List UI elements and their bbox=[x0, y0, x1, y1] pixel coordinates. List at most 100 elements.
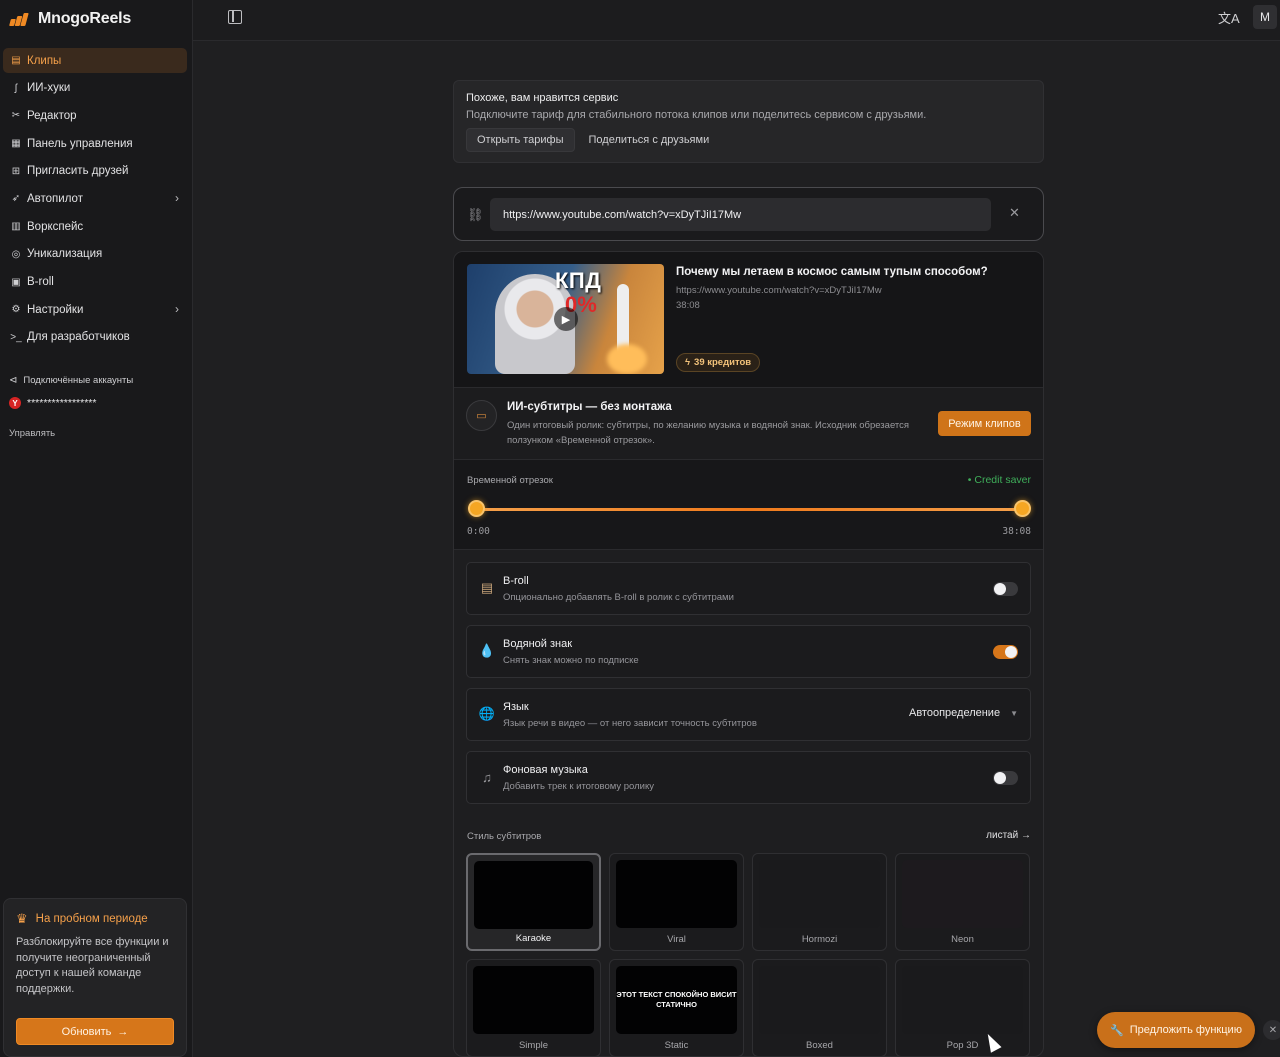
scroll-more-link[interactable]: листай → bbox=[986, 830, 1031, 841]
chevron-down-icon: ▼ bbox=[1010, 708, 1018, 718]
arrow-right-icon: → bbox=[117, 1025, 129, 1038]
terminal-icon: >_ bbox=[10, 331, 22, 343]
sidebar-item-editor[interactable]: ✂ Редактор bbox=[3, 103, 187, 128]
broll-toggle[interactable] bbox=[993, 582, 1018, 596]
style-name: Viral bbox=[667, 934, 686, 945]
upgrade-label: Обновить bbox=[61, 1025, 112, 1038]
connected-account[interactable]: Y ***************** bbox=[9, 397, 96, 409]
style-name: Karaoke bbox=[515, 933, 552, 944]
translate-icon[interactable]: 文A bbox=[1218, 8, 1240, 27]
range-end-handle[interactable] bbox=[1013, 500, 1031, 517]
crown-icon: ♛ bbox=[16, 911, 28, 926]
share-with-friends-button[interactable]: Поделиться с друзьями bbox=[579, 128, 720, 152]
sidebar-item-workspace[interactable]: ▥ Воркспейс bbox=[3, 214, 187, 239]
style-tile-static[interactable]: ЭТОТ ТЕКСТ СПОКОЙНО ВИСИТ СТАТИЧНО Stati… bbox=[609, 959, 744, 1056]
film-icon: ▣ bbox=[11, 276, 21, 288]
logo-icon bbox=[9, 12, 32, 26]
sidebar-item-label: Клипы bbox=[27, 54, 62, 67]
droplet-icon: 💧 bbox=[478, 643, 496, 658]
sidebar-item-dashboard[interactable]: ▦ Панель управления bbox=[3, 131, 187, 156]
sidebar-item-label: B-roll bbox=[27, 276, 54, 288]
clips-mode-button[interactable]: Режим клипов bbox=[938, 411, 1031, 436]
clip-settings-card: КПД 0% ▶ Почему мы летаем в космос самым… bbox=[453, 251, 1044, 1057]
video-url: https://www.youtube.com/watch?v=xDyTJiI1… bbox=[676, 285, 882, 296]
building-icon: ▥ bbox=[11, 221, 21, 233]
sidebar-item-uniqualization[interactable]: ◎ Уникализация bbox=[3, 242, 187, 267]
thumbnail-text: КПД bbox=[555, 268, 602, 293]
style-name: Hormozi bbox=[801, 934, 838, 945]
sidebar-item-label: Для разработчиков bbox=[27, 331, 130, 344]
sidebar-item-clips[interactable]: ▤ Клипы bbox=[3, 48, 187, 73]
chevron-right-icon: › bbox=[175, 302, 179, 317]
dashboard-icon: ▦ bbox=[11, 138, 21, 150]
style-preview bbox=[473, 966, 594, 1034]
style-preview-text: ЭТОТ ТЕКСТ СПОКОЙНО ВИСИТ СТАТИЧНО bbox=[616, 990, 737, 1009]
link-icon: ⛓ bbox=[467, 207, 484, 222]
option-subtitle: Язык речи в видео — от него зависит точн… bbox=[503, 718, 757, 729]
url-input[interactable] bbox=[490, 198, 991, 231]
account-name: ***************** bbox=[27, 397, 97, 409]
topbar: 文A M bbox=[193, 0, 1280, 41]
style-name: Boxed bbox=[806, 1040, 833, 1051]
sidebar-item-invite[interactable]: ⊞ Пригласить друзей bbox=[3, 159, 187, 184]
scissors-icon: ✂ bbox=[11, 110, 21, 122]
sidebar-item-autopilot[interactable]: ➶ Автопилот › bbox=[3, 186, 187, 211]
style-tile-karaoke[interactable]: Karaoke bbox=[466, 853, 601, 951]
option-language: 🌐 Язык Язык речи в видео — от него завис… bbox=[466, 688, 1031, 741]
close-icon[interactable]: ✕ bbox=[1263, 1020, 1280, 1040]
avatar[interactable]: M bbox=[1253, 5, 1277, 29]
promo-subtitle: Подключите тариф для стабильного потока … bbox=[466, 109, 927, 121]
style-preview: ЭТОТ ТЕКСТ СПОКОЙНО ВИСИТ СТАТИЧНО bbox=[616, 966, 737, 1034]
trial-title: На пробном периоде bbox=[35, 913, 148, 925]
play-icon[interactable]: ▶ bbox=[554, 307, 578, 331]
option-subtitle: Добавить трек к итоговому ролику bbox=[503, 781, 654, 792]
video-duration: 38:08 bbox=[676, 300, 700, 311]
credits-badge: ϟ 39 кредитов bbox=[676, 353, 761, 372]
upgrade-button[interactable]: Обновить → bbox=[16, 1018, 174, 1045]
language-select-value: Автоопределение bbox=[908, 707, 1001, 719]
suggest-feature-label: Предложить функцию bbox=[1129, 1024, 1242, 1036]
option-watermark: 💧 Водяной знак Снять знак можно по подпи… bbox=[466, 625, 1031, 678]
music-toggle[interactable] bbox=[993, 771, 1018, 785]
sidebar-item-broll[interactable]: ▣ B-roll bbox=[3, 270, 187, 295]
open-plans-button[interactable]: Открыть тарифы bbox=[466, 128, 575, 152]
watermark-toggle[interactable] bbox=[993, 645, 1018, 659]
option-title: Водяной знак bbox=[503, 638, 573, 650]
chevron-right-icon: › bbox=[175, 191, 179, 206]
option-background-music: ♫ Фоновая музыка Добавить трек к итогово… bbox=[466, 751, 1031, 804]
video-thumbnail[interactable]: КПД 0% ▶ bbox=[467, 264, 664, 374]
video-title: Почему мы летаем в космос самым тупым сп… bbox=[676, 266, 988, 278]
app-name: MnogoReels bbox=[38, 10, 132, 27]
range-track[interactable] bbox=[476, 508, 1022, 511]
share-icon: ⊲ bbox=[9, 375, 18, 386]
sidebar-item-settings[interactable]: ⚙ Настройки › bbox=[3, 297, 187, 322]
trial-header: ♛ На пробном периоде bbox=[16, 911, 174, 927]
sidebar-nav: ▤ Клипы ʃ ИИ-хуки ✂ Редактор ▦ Панель уп… bbox=[3, 48, 187, 353]
sidebar-toggle-icon[interactable] bbox=[228, 10, 242, 24]
style-tile-simple[interactable]: Simple bbox=[466, 959, 601, 1056]
flame-image bbox=[607, 344, 647, 374]
range-start-handle[interactable] bbox=[467, 500, 485, 517]
style-tile-hormozi[interactable]: Hormozi bbox=[752, 853, 887, 951]
close-icon[interactable]: ✕ bbox=[1009, 205, 1020, 221]
language-select[interactable]: Автоопределение ▼ bbox=[909, 707, 1018, 719]
suggest-feature-button[interactable]: 🔧 Предложить функцию bbox=[1097, 1012, 1255, 1048]
style-preview bbox=[616, 860, 737, 928]
sidebar: MnogoReels ▤ Клипы ʃ ИИ-хуки ✂ Редактор … bbox=[0, 0, 193, 1057]
fingerprint-icon: ◎ bbox=[11, 248, 21, 260]
manage-accounts-link[interactable]: Управлять bbox=[9, 428, 55, 439]
sidebar-item-ai-hooks[interactable]: ʃ ИИ-хуки bbox=[3, 76, 187, 101]
style-tile-viral[interactable]: Viral bbox=[609, 853, 744, 951]
video-preview: КПД 0% ▶ Почему мы летаем в космос самым… bbox=[454, 252, 1043, 387]
sidebar-item-developers[interactable]: >_ Для разработчиков bbox=[3, 325, 187, 350]
style-tile-neon[interactable]: Neon bbox=[895, 853, 1030, 951]
style-tile-boxed[interactable]: Boxed bbox=[752, 959, 887, 1056]
option-title: Фоновая музыка bbox=[503, 764, 588, 776]
style-tile-pop3d[interactable]: Pop 3D bbox=[895, 959, 1030, 1056]
hook-icon: ʃ bbox=[14, 82, 18, 94]
gear-icon: ⚙ bbox=[11, 304, 21, 316]
subtitle-style-label: Стиль субтитров bbox=[467, 831, 542, 842]
trial-text: Разблокируйте все функции и получите нео… bbox=[16, 936, 169, 995]
sidebar-item-label: Автопилот bbox=[27, 192, 83, 205]
logo[interactable]: MnogoReels bbox=[9, 10, 132, 28]
